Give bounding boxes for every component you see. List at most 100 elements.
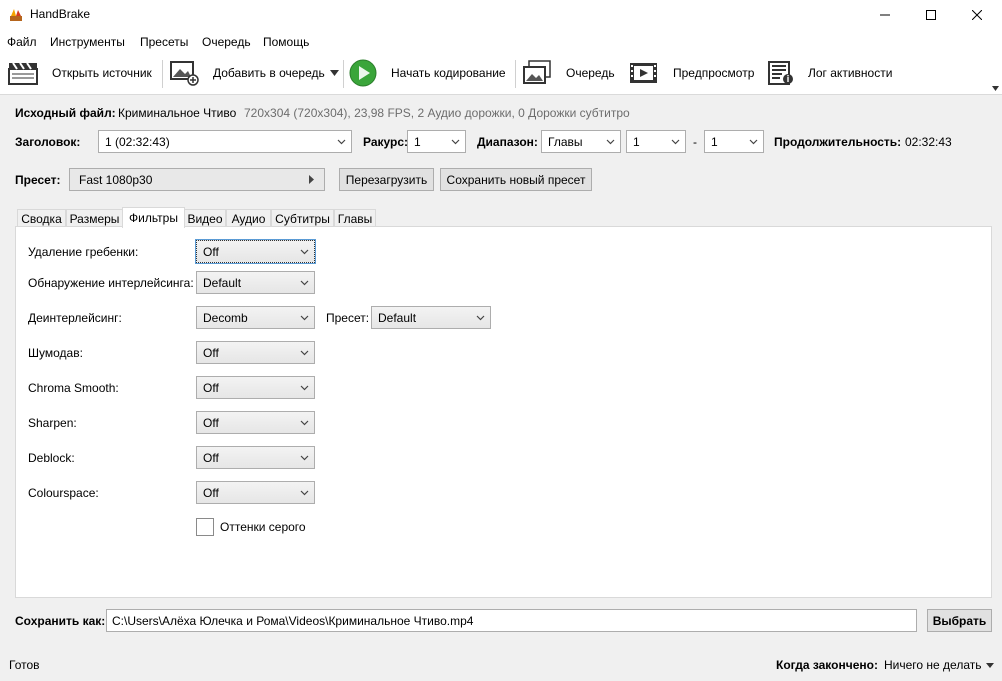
interlace-detection-select[interactable]: Default xyxy=(196,271,315,294)
minimize-button[interactable] xyxy=(862,0,908,30)
deinterlace-preset-value: Default xyxy=(378,311,417,325)
when-done-label: Когда закончено: xyxy=(776,658,878,672)
save-new-preset-label: Сохранить новый пресет xyxy=(446,172,586,187)
tab-filters[interactable]: Фильтры xyxy=(122,207,185,228)
toolbar-separator xyxy=(515,60,516,88)
menu-tools[interactable]: Инструменты xyxy=(50,35,125,49)
chevron-down-icon xyxy=(451,139,460,145)
range-dash: - xyxy=(693,135,697,149)
interlace-detection-value: Default xyxy=(203,276,242,290)
tab-summary-label: Сводка xyxy=(21,212,62,226)
maximize-icon xyxy=(926,10,936,20)
play-icon xyxy=(349,59,377,87)
title-bar: HandBrake xyxy=(0,0,1002,30)
chevron-down-icon xyxy=(300,420,309,426)
add-images-icon xyxy=(170,61,199,86)
sharpen-select[interactable]: Off xyxy=(196,411,315,434)
sharpen-label: Sharpen: xyxy=(28,416,77,430)
browse-label: Выбрать xyxy=(932,613,987,628)
deblock-label: Deblock: xyxy=(28,451,75,465)
angle-label: Ракурс: xyxy=(363,135,409,149)
range-label: Диапазон: xyxy=(477,135,538,149)
reload-preset-button[interactable]: Перезагрузить xyxy=(339,168,434,191)
colourspace-select[interactable]: Off xyxy=(196,481,315,504)
queue-button[interactable]: Очередь xyxy=(522,54,615,92)
toolbar-separator xyxy=(162,60,163,88)
minimize-icon xyxy=(880,14,890,16)
window-title: HandBrake xyxy=(30,7,91,21)
when-done-select[interactable]: Ничего не делать xyxy=(884,658,994,672)
chevron-down-icon xyxy=(749,139,758,145)
start-encode-button[interactable]: Начать кодирование xyxy=(349,54,506,92)
deinterlace-preset-label: Пресет: xyxy=(326,311,370,325)
denoise-value: Off xyxy=(203,346,219,360)
preset-value: Fast 1080p30 xyxy=(79,173,153,187)
toolbar-overflow-icon[interactable] xyxy=(992,86,999,91)
close-icon xyxy=(972,10,982,20)
chevron-down-icon xyxy=(300,350,309,356)
tab-dimensions-label: Размеры xyxy=(69,212,120,226)
dropdown-arrow-icon xyxy=(330,70,339,76)
chevron-down-icon xyxy=(476,315,485,321)
chevron-down-icon xyxy=(300,249,309,255)
colourspace-label: Colourspace: xyxy=(28,486,99,500)
source-name: Криминальное Чтиво xyxy=(118,106,237,120)
destination-path-value: C:\Users\Алёха Юлечка и Рома\Videos\Крим… xyxy=(112,614,474,628)
denoise-label: Шумодав: xyxy=(28,346,83,360)
maximize-button[interactable] xyxy=(908,0,954,30)
queue-label: Очередь xyxy=(566,66,615,80)
deinterlace-preset-select[interactable]: Default xyxy=(371,306,491,329)
handbrake-logo-icon xyxy=(10,9,22,21)
when-done-value: Ничего не делать xyxy=(884,658,982,672)
range-start-select[interactable]: 1 xyxy=(626,130,686,153)
detelecine-value: Off xyxy=(203,245,219,259)
menu-queue[interactable]: Очередь xyxy=(202,35,251,49)
detelecine-select[interactable]: Off xyxy=(195,239,316,264)
chroma-smooth-label: Chroma Smooth: xyxy=(28,381,119,395)
status-bar: Готов Когда закончено: Ничего не делать xyxy=(0,647,1002,681)
browse-button[interactable]: Выбрать xyxy=(927,609,992,632)
film-preview-icon xyxy=(630,63,657,83)
angle-select[interactable]: 1 xyxy=(407,130,466,153)
preset-selector[interactable]: Fast 1080p30 xyxy=(69,168,325,191)
range-end-select[interactable]: 1 xyxy=(704,130,764,153)
deinterlace-label: Деинтерлейсинг: xyxy=(28,311,122,325)
close-button[interactable] xyxy=(954,0,1000,30)
destination-path-input[interactable]: C:\Users\Алёха Юлечка и Рома\Videos\Крим… xyxy=(106,609,917,632)
add-to-queue-dropdown[interactable] xyxy=(330,54,339,92)
menu-presets[interactable]: Пресеты xyxy=(140,35,188,49)
detelecine-label: Удаление гребенки: xyxy=(28,245,139,259)
menu-file[interactable]: Файл xyxy=(7,35,37,49)
range-type-value: Главы xyxy=(548,135,583,149)
chevron-down-icon xyxy=(337,139,346,145)
deblock-select[interactable]: Off xyxy=(196,446,315,469)
menu-help[interactable]: Помощь xyxy=(263,35,309,49)
preview-label: Предпросмотр xyxy=(673,66,755,80)
chevron-down-icon xyxy=(300,455,309,461)
title-label: Заголовок: xyxy=(15,135,81,149)
grayscale-checkbox[interactable] xyxy=(196,518,214,536)
preset-label: Пресет: xyxy=(15,173,61,187)
grayscale-label: Оттенки серого xyxy=(220,520,306,534)
preview-button[interactable]: Предпросмотр xyxy=(629,54,754,92)
title-select[interactable]: 1 (02:32:43) xyxy=(98,130,352,153)
add-to-queue-label: Добавить в очередь xyxy=(213,66,325,80)
chroma-smooth-select[interactable]: Off xyxy=(196,376,315,399)
duration-value: 02:32:43 xyxy=(905,135,952,149)
status-text: Готов xyxy=(9,658,40,672)
tab-filters-label: Фильтры xyxy=(129,211,178,225)
start-encode-label: Начать кодирование xyxy=(391,66,506,80)
denoise-select[interactable]: Off xyxy=(196,341,315,364)
activity-log-icon xyxy=(768,61,793,85)
activity-log-button[interactable]: Лог активности xyxy=(766,54,892,92)
open-source-button[interactable]: Открыть источник xyxy=(8,54,152,92)
range-end-value: 1 xyxy=(711,135,718,149)
add-to-queue-button[interactable]: Добавить в очередь xyxy=(170,54,325,92)
tab-audio-label: Аудио xyxy=(231,212,266,226)
range-type-select[interactable]: Главы xyxy=(541,130,621,153)
save-new-preset-button[interactable]: Сохранить новый пресет xyxy=(440,168,592,191)
deinterlace-select[interactable]: Decomb xyxy=(196,306,315,329)
clapperboard-icon xyxy=(8,62,38,85)
dropdown-arrow-icon xyxy=(985,662,994,668)
tab-subtitles-label: Субтитры xyxy=(275,212,330,226)
